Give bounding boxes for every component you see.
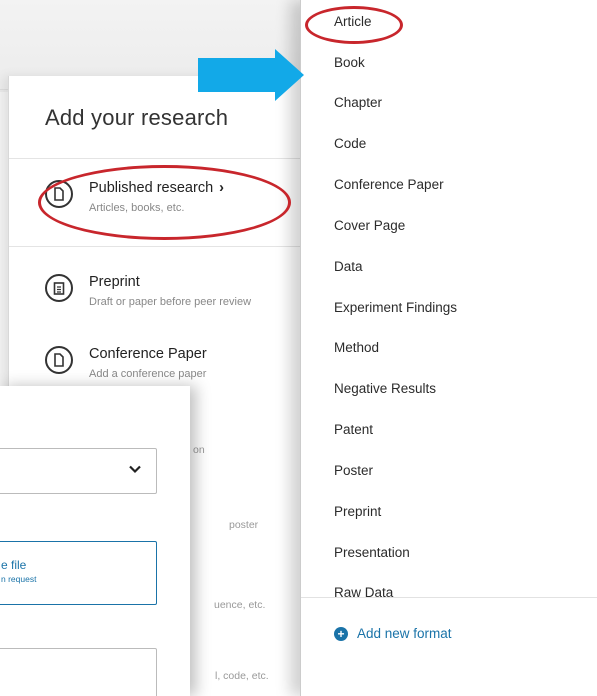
format-item-preprint[interactable]: Preprint [334, 504, 381, 519]
blue-arrow-annotation [198, 49, 304, 101]
format-item-cover-page[interactable]: Cover Page [334, 218, 405, 233]
document-icon [45, 346, 73, 374]
format-item-code[interactable]: Code [334, 136, 366, 151]
format-item-chapter[interactable]: Chapter [334, 95, 382, 110]
clipboard-icon [45, 274, 73, 302]
format-item-conference-paper[interactable]: Conference Paper [334, 177, 444, 192]
format-select[interactable] [0, 448, 157, 494]
preprint-option[interactable]: Preprint Draft or paper before peer revi… [9, 274, 309, 334]
preprint-label: Preprint [89, 274, 140, 290]
format-item-data[interactable]: Data [334, 259, 363, 274]
faded-text: l, code, etc. [215, 670, 269, 682]
format-item-experiment-findings[interactable]: Experiment Findings [334, 300, 457, 315]
upload-file-subtitle: n request [1, 574, 37, 584]
divider [9, 158, 310, 159]
format-item-negative-results[interactable]: Negative Results [334, 381, 436, 396]
research-panel-title: Add your research [45, 105, 229, 130]
faded-text: uence, etc. [214, 599, 266, 611]
add-new-format-button[interactable]: + Add new format [334, 626, 452, 641]
faded-text: poster [229, 519, 259, 531]
format-item-patent[interactable]: Patent [334, 422, 373, 437]
format-item-poster[interactable]: Poster [334, 463, 373, 478]
plus-circle-icon: + [334, 626, 348, 641]
modal-dialog: e file n request [0, 386, 190, 696]
add-new-format-label: Add new format [357, 626, 452, 641]
divider [9, 246, 310, 247]
format-item-method[interactable]: Method [334, 340, 379, 355]
chevron-down-icon [129, 465, 141, 474]
format-item-presentation[interactable]: Presentation [334, 545, 410, 560]
format-dropdown: Article Book Chapter Code Conference Pap… [300, 0, 597, 696]
faded-text: on [193, 444, 205, 456]
conference-paper-subtitle: Add a conference paper [89, 368, 207, 380]
preprint-subtitle: Draft or paper before peer review [89, 296, 252, 308]
text-input[interactable] [0, 648, 157, 696]
upload-file-button[interactable]: e file n request [0, 541, 157, 605]
divider [301, 597, 597, 598]
upload-file-label: e file [1, 558, 27, 572]
article-highlight-oval [305, 6, 403, 44]
conference-paper-label: Conference Paper [89, 346, 207, 362]
format-item-book[interactable]: Book [334, 55, 365, 70]
published-research-highlight-oval [38, 165, 291, 240]
